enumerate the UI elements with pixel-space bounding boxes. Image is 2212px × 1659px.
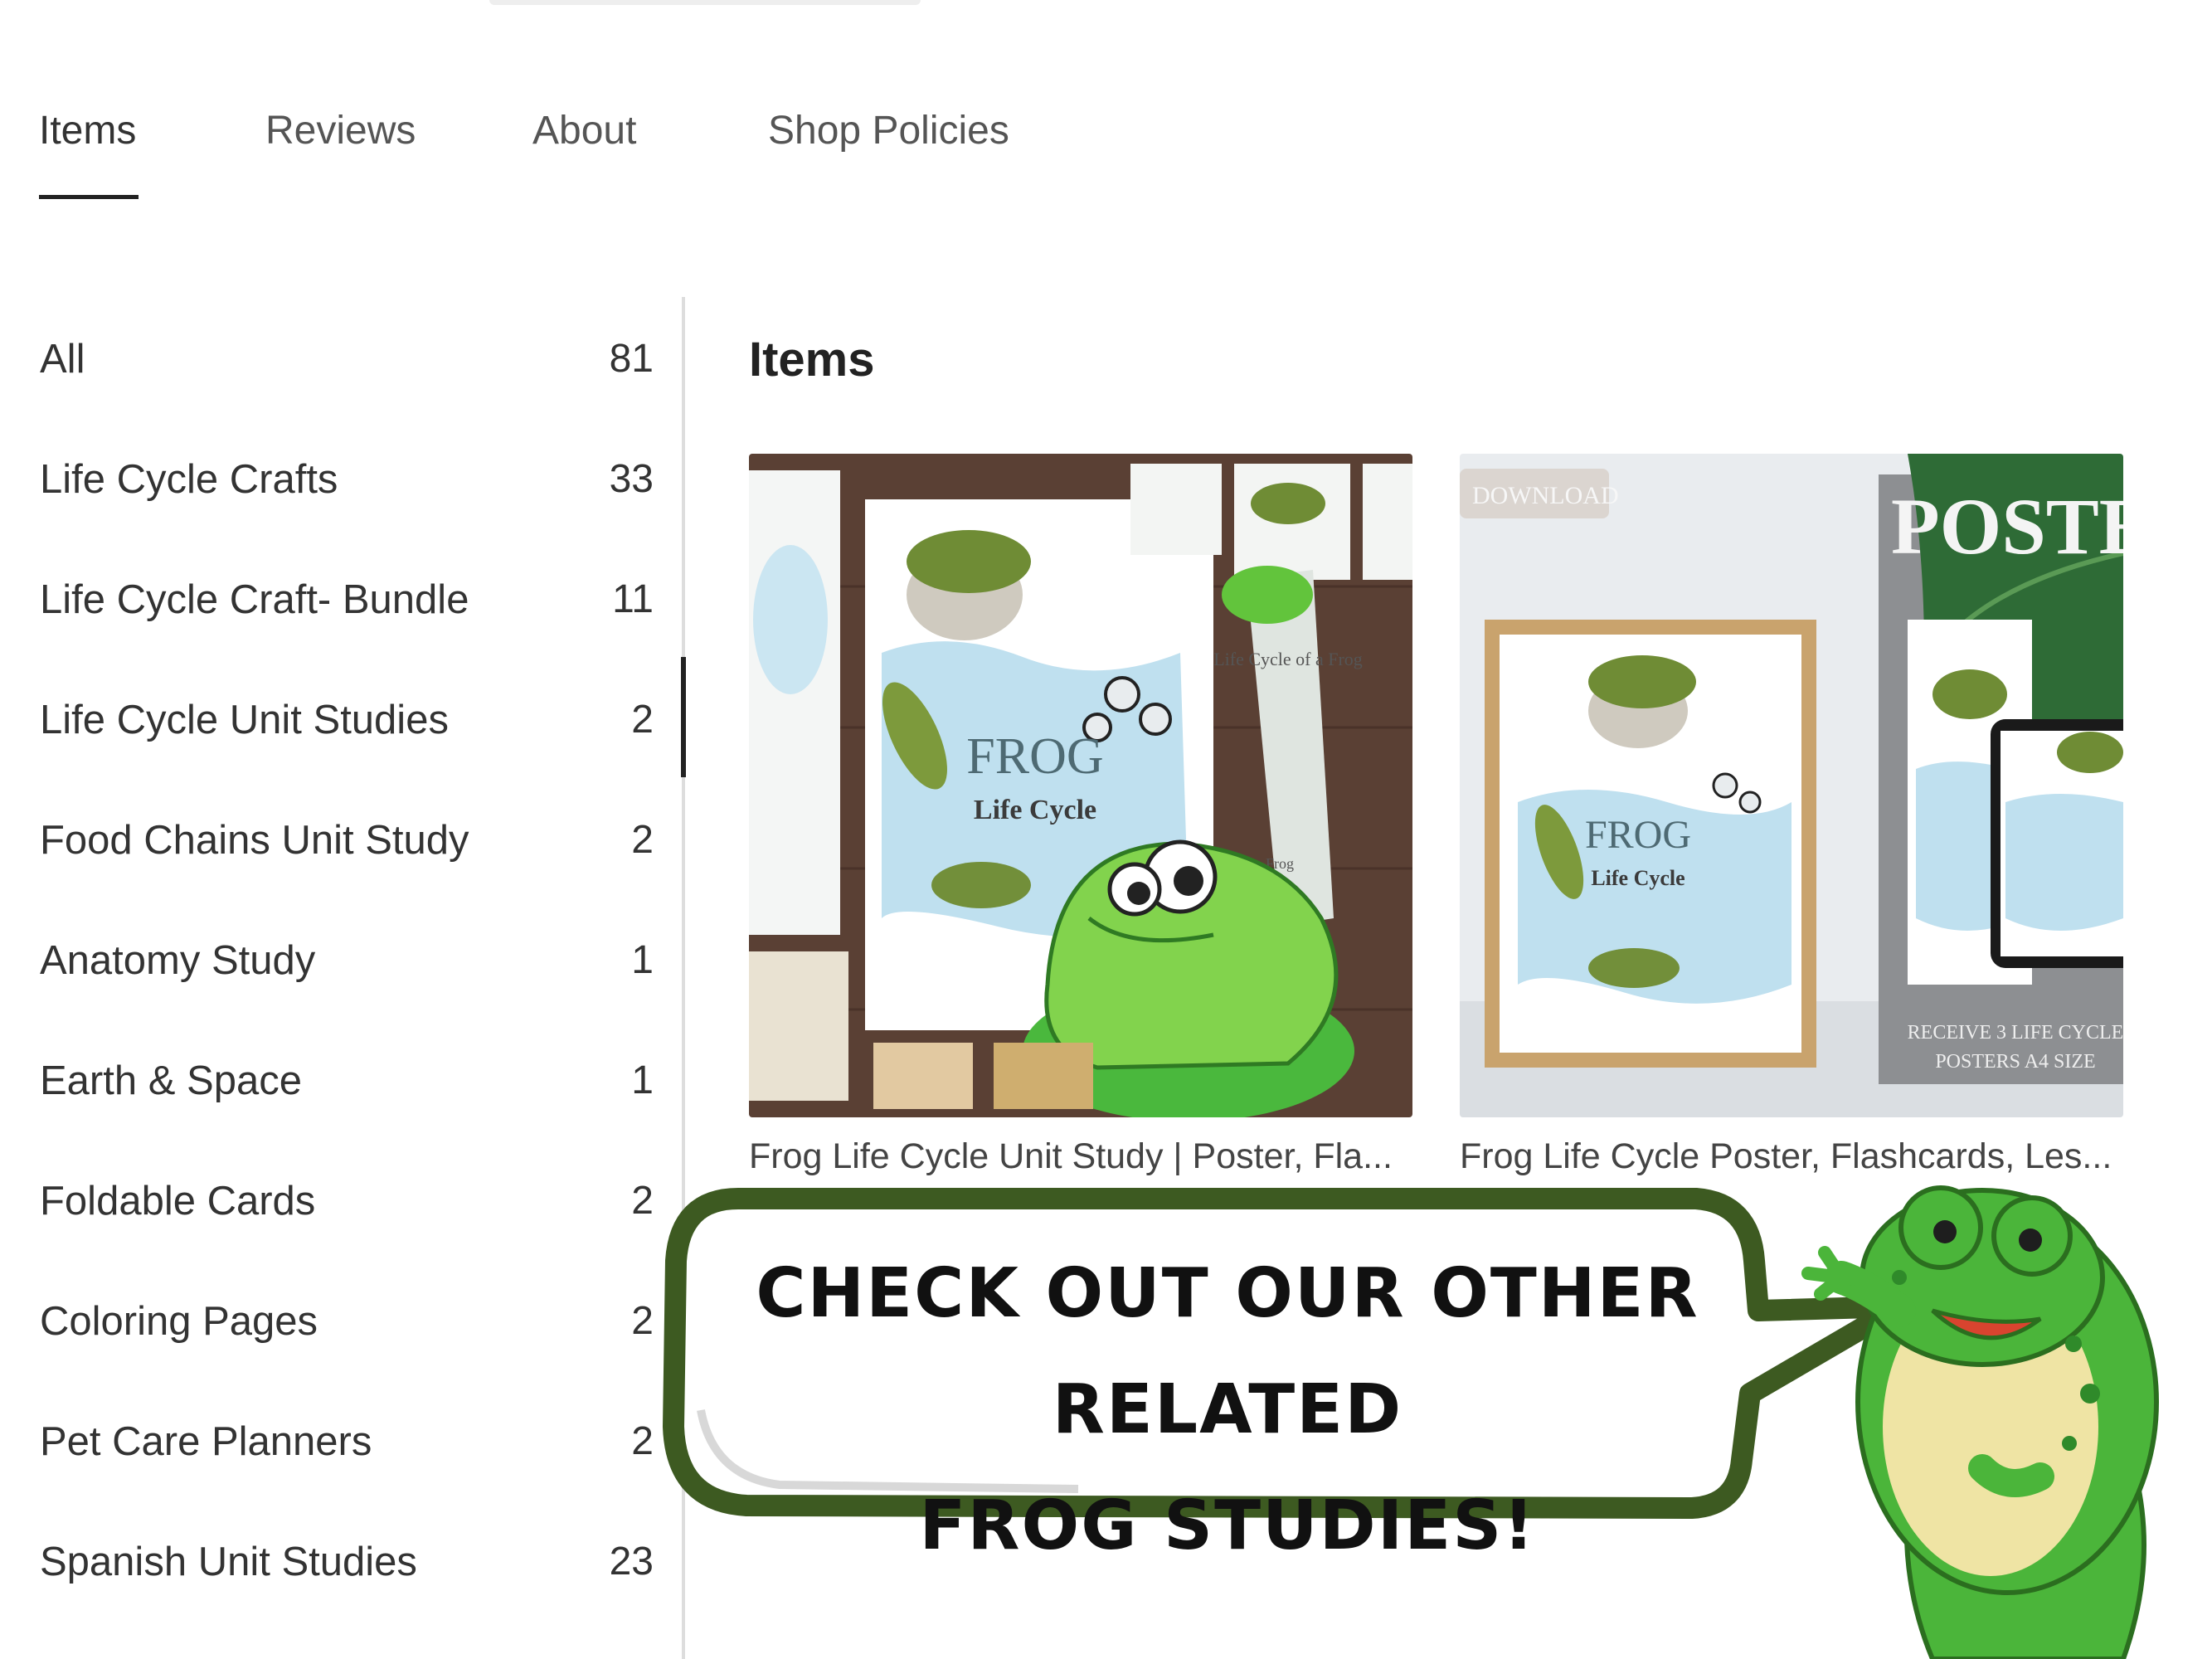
frog-mascot-icon	[1801, 1185, 2159, 1659]
promo-line-2: frog studies!	[919, 1486, 1536, 1565]
promo-line-1: Check out our other related	[756, 1254, 1699, 1449]
promo-bubble-text: Check out our other related frog studies…	[730, 1236, 1725, 1584]
